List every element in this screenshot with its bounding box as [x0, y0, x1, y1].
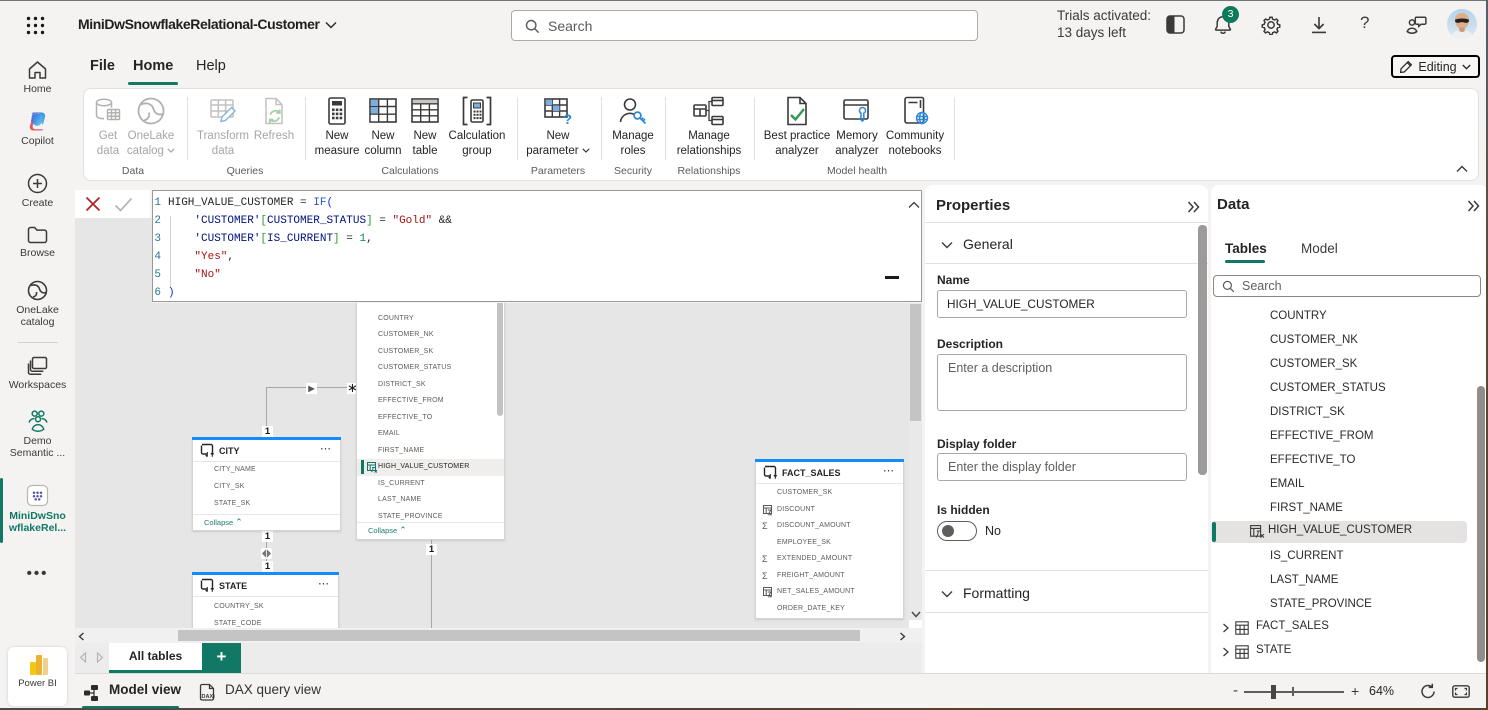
svg-text:?: ? — [564, 111, 573, 127]
svg-text:DAX: DAX — [202, 694, 214, 700]
